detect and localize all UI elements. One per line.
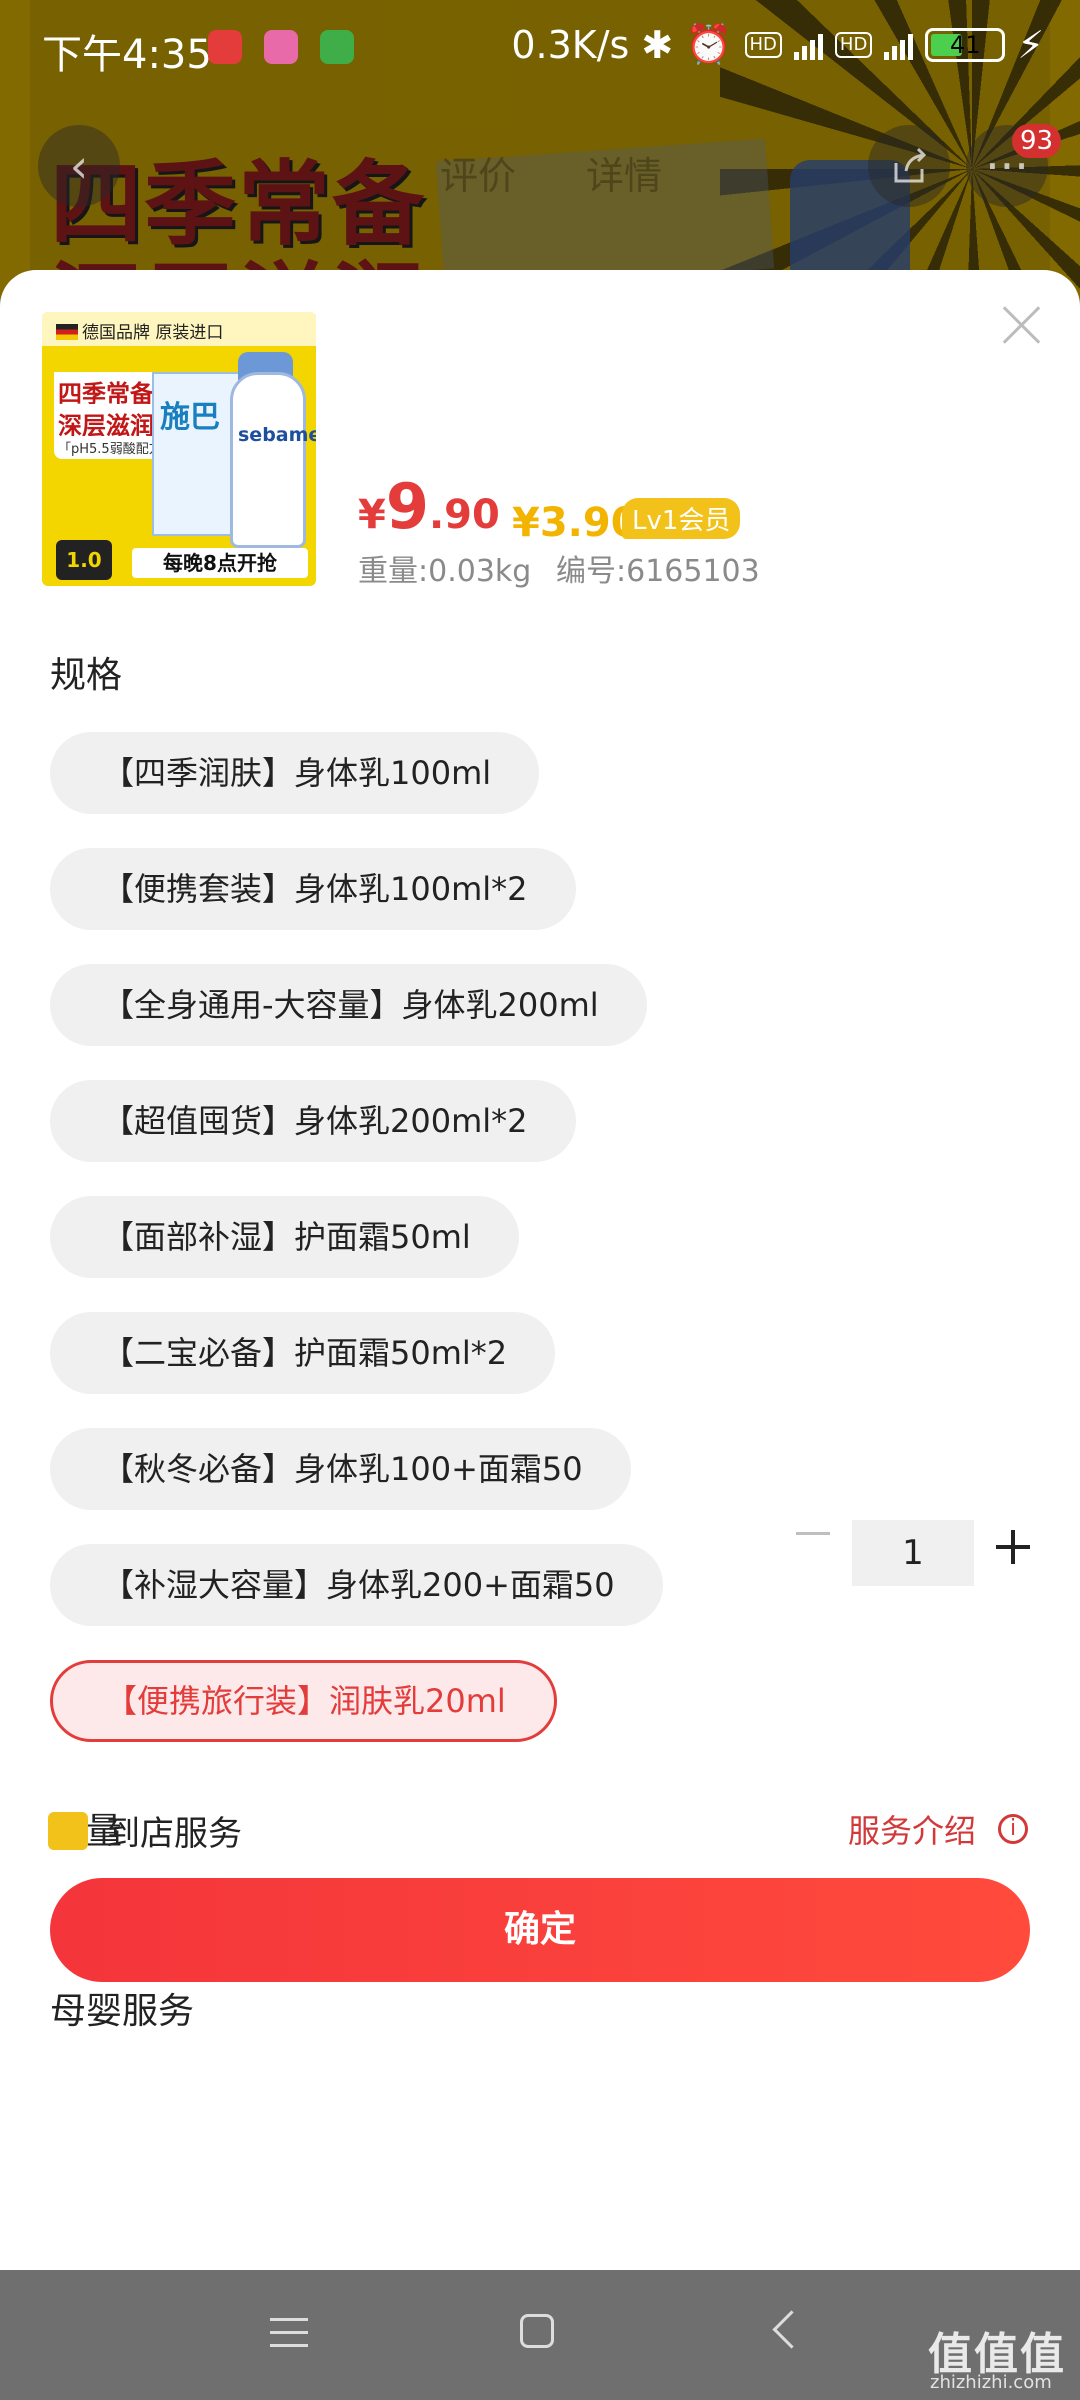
quantity-decrease-button[interactable]: [796, 1532, 830, 1535]
quantity-increase-button[interactable]: [996, 1530, 1030, 1564]
hd-icon: HD: [834, 31, 873, 58]
bluetooth-icon: ✱: [641, 22, 674, 67]
home-icon[interactable]: [520, 2314, 554, 2348]
spec-option[interactable]: 【四季润肤】身体乳100ml: [50, 732, 540, 814]
spec-option[interactable]: 【秋冬必备】身体乳100+面霜50: [50, 1428, 631, 1510]
spec-option[interactable]: 【全身通用-大容量】身体乳200ml: [50, 964, 647, 1046]
share-icon: [894, 147, 927, 183]
app-notification-icon: [320, 30, 354, 64]
germany-flag-icon: [56, 324, 78, 340]
spec-option[interactable]: 【二宝必备】护面霜50ml*2: [50, 1312, 556, 1394]
store-service-label: 到店服务: [106, 1814, 242, 1854]
member-price: ¥3.90: [512, 500, 639, 546]
menu-icon[interactable]: [270, 2318, 308, 2348]
spec-option[interactable]: 【面部补湿】护面霜50ml: [50, 1196, 519, 1278]
spec-option[interactable]: 【补湿大容量】身体乳200+面霜50: [50, 1544, 663, 1626]
back-icon[interactable]: [772, 2310, 811, 2349]
notification-badge: 93: [1012, 124, 1062, 158]
system-nav-bar: [0, 2270, 1080, 2400]
status-indicators: 0.3K/s ✱ ⏰ HD HD 41 ⚡: [511, 22, 1044, 67]
confirm-button[interactable]: 确定: [50, 1878, 1030, 1982]
product-weight: 重量:0.03kg: [358, 554, 532, 589]
product-image: 德国品牌 原装进口 四季常备 深层滋润 「pH5.5弱酸配方」 施巴 sebam…: [42, 312, 316, 586]
spec-option[interactable]: 【超值囤货】身体乳200ml*2: [50, 1080, 576, 1162]
status-bar: 下午4:35 0.3K/s ✱ ⏰ HD HD 41 ⚡: [0, 0, 1080, 96]
store-service-icon: [48, 1812, 88, 1850]
status-app-icons: [208, 30, 354, 64]
share-button[interactable]: [868, 125, 950, 207]
app-notification-icon: [264, 30, 298, 64]
app-notification-icon: [208, 30, 242, 64]
service-intro-link[interactable]: 服务介绍: [848, 1806, 976, 1852]
status-time: 下午4:35: [42, 32, 212, 78]
battery-icon: 41: [925, 27, 1006, 62]
member-level-badge: Lv1会员: [622, 498, 741, 539]
close-icon[interactable]: [1002, 304, 1042, 344]
spec-label: 规格: [50, 655, 123, 696]
alarm-icon: ⏰: [685, 22, 733, 66]
product-price: ¥9.90: [358, 470, 500, 543]
back-button[interactable]: ‹: [38, 125, 120, 207]
product-code: 编号:6165103: [556, 554, 760, 589]
charging-icon: ⚡: [1017, 22, 1044, 67]
info-icon[interactable]: i: [998, 1814, 1028, 1844]
signal-icon: [793, 30, 823, 60]
hd-icon: HD: [744, 31, 782, 58]
chevron-left-icon: ‹: [69, 139, 89, 193]
spec-option[interactable]: 【便携套装】身体乳100ml*2: [50, 848, 576, 930]
net-speed: 0.3K/s: [511, 22, 630, 67]
service-section-label: 母婴服务: [50, 1991, 195, 2032]
watermark-url: zhizhizhi.com: [930, 2372, 1052, 2393]
signal-icon: [884, 30, 914, 60]
spec-option-selected[interactable]: 【便携旅行装】润肤乳20ml: [50, 1660, 557, 1742]
quantity-input[interactable]: 1: [852, 1520, 974, 1586]
